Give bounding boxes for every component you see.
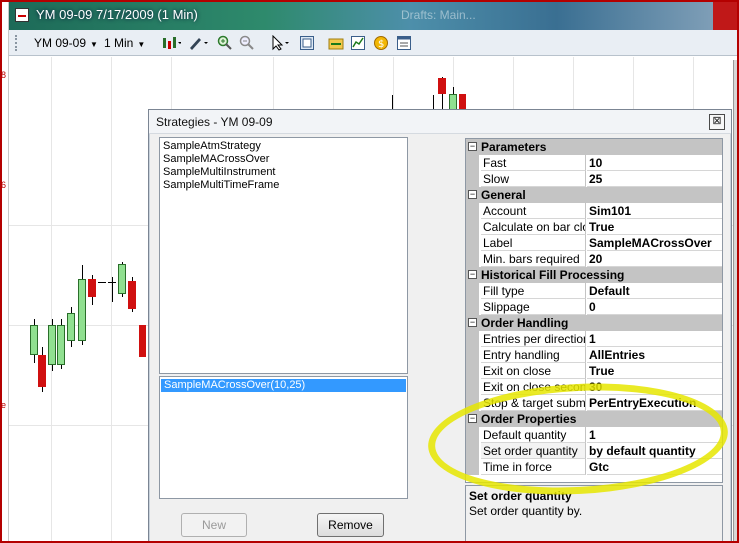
property-row-min-bars[interactable]: Min. bars required 20	[466, 251, 722, 267]
property-row-entries-per-direction[interactable]: Entries per direction 1	[466, 331, 722, 347]
toolbar-grip[interactable]	[15, 35, 17, 51]
candle-up	[78, 279, 86, 341]
instrument-label: YM 09-09	[34, 36, 87, 50]
list-item[interactable]: SampleAtmStrategy	[160, 140, 407, 153]
chart-app-icon	[15, 8, 29, 22]
strategies-icon[interactable]: $	[372, 34, 389, 51]
property-row-exit-on-close[interactable]: Exit on close True	[466, 363, 722, 379]
zoom-in-icon[interactable]	[216, 34, 233, 51]
zoom-out-icon[interactable]	[238, 34, 255, 51]
collapse-icon[interactable]: −	[468, 318, 477, 327]
property-row-set-order-quantity[interactable]: Set order quantity by default quantity	[466, 443, 722, 459]
indicators-icon[interactable]	[349, 34, 366, 51]
bar-chart-style-icon[interactable]	[160, 34, 182, 51]
property-row-calculate-on-bar-close[interactable]: Calculate on bar clos True	[466, 219, 722, 235]
property-row-slow[interactable]: Slow 25	[466, 171, 722, 187]
category-historical-fill[interactable]: − Historical Fill Processing	[466, 267, 722, 283]
remove-button[interactable]: Remove	[317, 513, 384, 537]
candle-up	[118, 264, 126, 294]
list-item[interactable]: SampleMACrossOver	[160, 153, 407, 166]
available-strategies-list[interactable]: SampleAtmStrategy SampleMACrossOver Samp…	[159, 137, 408, 374]
property-row-fill-type[interactable]: Fill type Default	[466, 283, 722, 299]
collapse-icon[interactable]: −	[468, 270, 477, 279]
interval-selector[interactable]: 1 Min ▼	[104, 34, 145, 52]
background-window-title: Drafts: Main...	[401, 8, 476, 22]
candle-doji	[98, 282, 106, 283]
cursor-pointer-icon[interactable]	[269, 34, 293, 51]
strategies-dialog: Strategies - YM 09-09 ⊠ SampleAtmStrateg…	[148, 109, 732, 543]
configured-strategies-list[interactable]: SampleMACrossOver(10,25)	[159, 376, 408, 499]
candle-down	[438, 78, 446, 94]
candle-doji	[108, 282, 116, 283]
collapse-icon[interactable]: −	[468, 414, 477, 423]
candle-down	[128, 281, 136, 309]
category-order-properties[interactable]: − Order Properties	[466, 411, 722, 427]
property-row-account[interactable]: Account Sim101	[466, 203, 722, 219]
property-row-label[interactable]: Label SampleMACrossOver	[466, 235, 722, 251]
chart-toolbar: YM 09-09 ▼ 1 Min ▼ $	[9, 30, 739, 56]
strategy-property-grid[interactable]: − Parameters Fast 10 Slow 25 − General Accou…	[465, 138, 723, 483]
window-titlebar[interactable]: YM 09-09 7/17/2009 (1 Min) Drafts: Main.…	[9, 0, 739, 30]
collapse-icon[interactable]: −	[468, 190, 477, 199]
category-general[interactable]: − General	[466, 187, 722, 203]
candle-down	[88, 279, 96, 297]
description-text: Set order quantity by.	[469, 504, 583, 518]
category-parameters[interactable]: − Parameters	[466, 139, 722, 155]
pencil-draw-icon[interactable]	[186, 34, 210, 51]
dialog-close-button[interactable]: ⊠	[709, 114, 725, 130]
close-icon: ⊠	[712, 115, 722, 127]
candle-up	[57, 325, 65, 365]
instrument-selector[interactable]: YM 09-09 ▼	[34, 34, 98, 52]
properties-icon[interactable]	[395, 34, 412, 51]
category-order-handling[interactable]: − Order Handling	[466, 315, 722, 331]
description-title: Set order quantity	[469, 489, 572, 503]
left-window-strip: 8 6 e	[0, 0, 9, 543]
candle-up	[67, 313, 75, 341]
property-row-fast[interactable]: Fast 10	[466, 155, 722, 171]
interval-label: 1 Min	[104, 36, 134, 50]
list-item[interactable]: SampleMultiInstrument	[160, 166, 407, 179]
configured-strategy-item[interactable]: SampleMACrossOver(10,25)	[161, 379, 406, 392]
property-row-stop-target-submission[interactable]: Stop & target submis PerEntryExecution	[466, 395, 722, 411]
candle-up	[48, 325, 56, 365]
candle-up	[30, 325, 38, 355]
property-row-slippage[interactable]: Slippage 0	[466, 299, 722, 315]
property-row-default-quantity[interactable]: Default quantity 1	[466, 427, 722, 443]
svg-text:$: $	[378, 39, 384, 50]
dialog-titlebar[interactable]: Strategies - YM 09-09 ⊠	[149, 110, 731, 134]
property-row-time-in-force[interactable]: Time in force Gtc	[466, 459, 722, 475]
candle-down	[139, 325, 146, 357]
list-item[interactable]: SampleMultiTimeFrame	[160, 179, 407, 192]
window-title: YM 09-09 7/17/2009 (1 Min)	[36, 7, 198, 22]
chevron-down-icon: ▼	[90, 40, 98, 49]
chevron-down-icon: ▼	[137, 40, 146, 49]
new-button[interactable]: New	[181, 513, 247, 537]
close-window-button[interactable]	[713, 0, 739, 30]
dialog-title: Strategies - YM 09-09	[156, 115, 273, 129]
right-window-strip	[733, 60, 739, 543]
property-row-exit-on-close-seconds[interactable]: Exit on close second 30	[466, 379, 722, 395]
candle-down	[38, 355, 46, 387]
instrument-folders-icon[interactable]	[327, 34, 344, 51]
property-description-panel: Set order quantity Set order quantity by…	[465, 485, 723, 543]
data-box-icon[interactable]	[298, 34, 315, 51]
property-row-entry-handling[interactable]: Entry handling AllEntries	[466, 347, 722, 363]
collapse-icon[interactable]: −	[468, 142, 477, 151]
